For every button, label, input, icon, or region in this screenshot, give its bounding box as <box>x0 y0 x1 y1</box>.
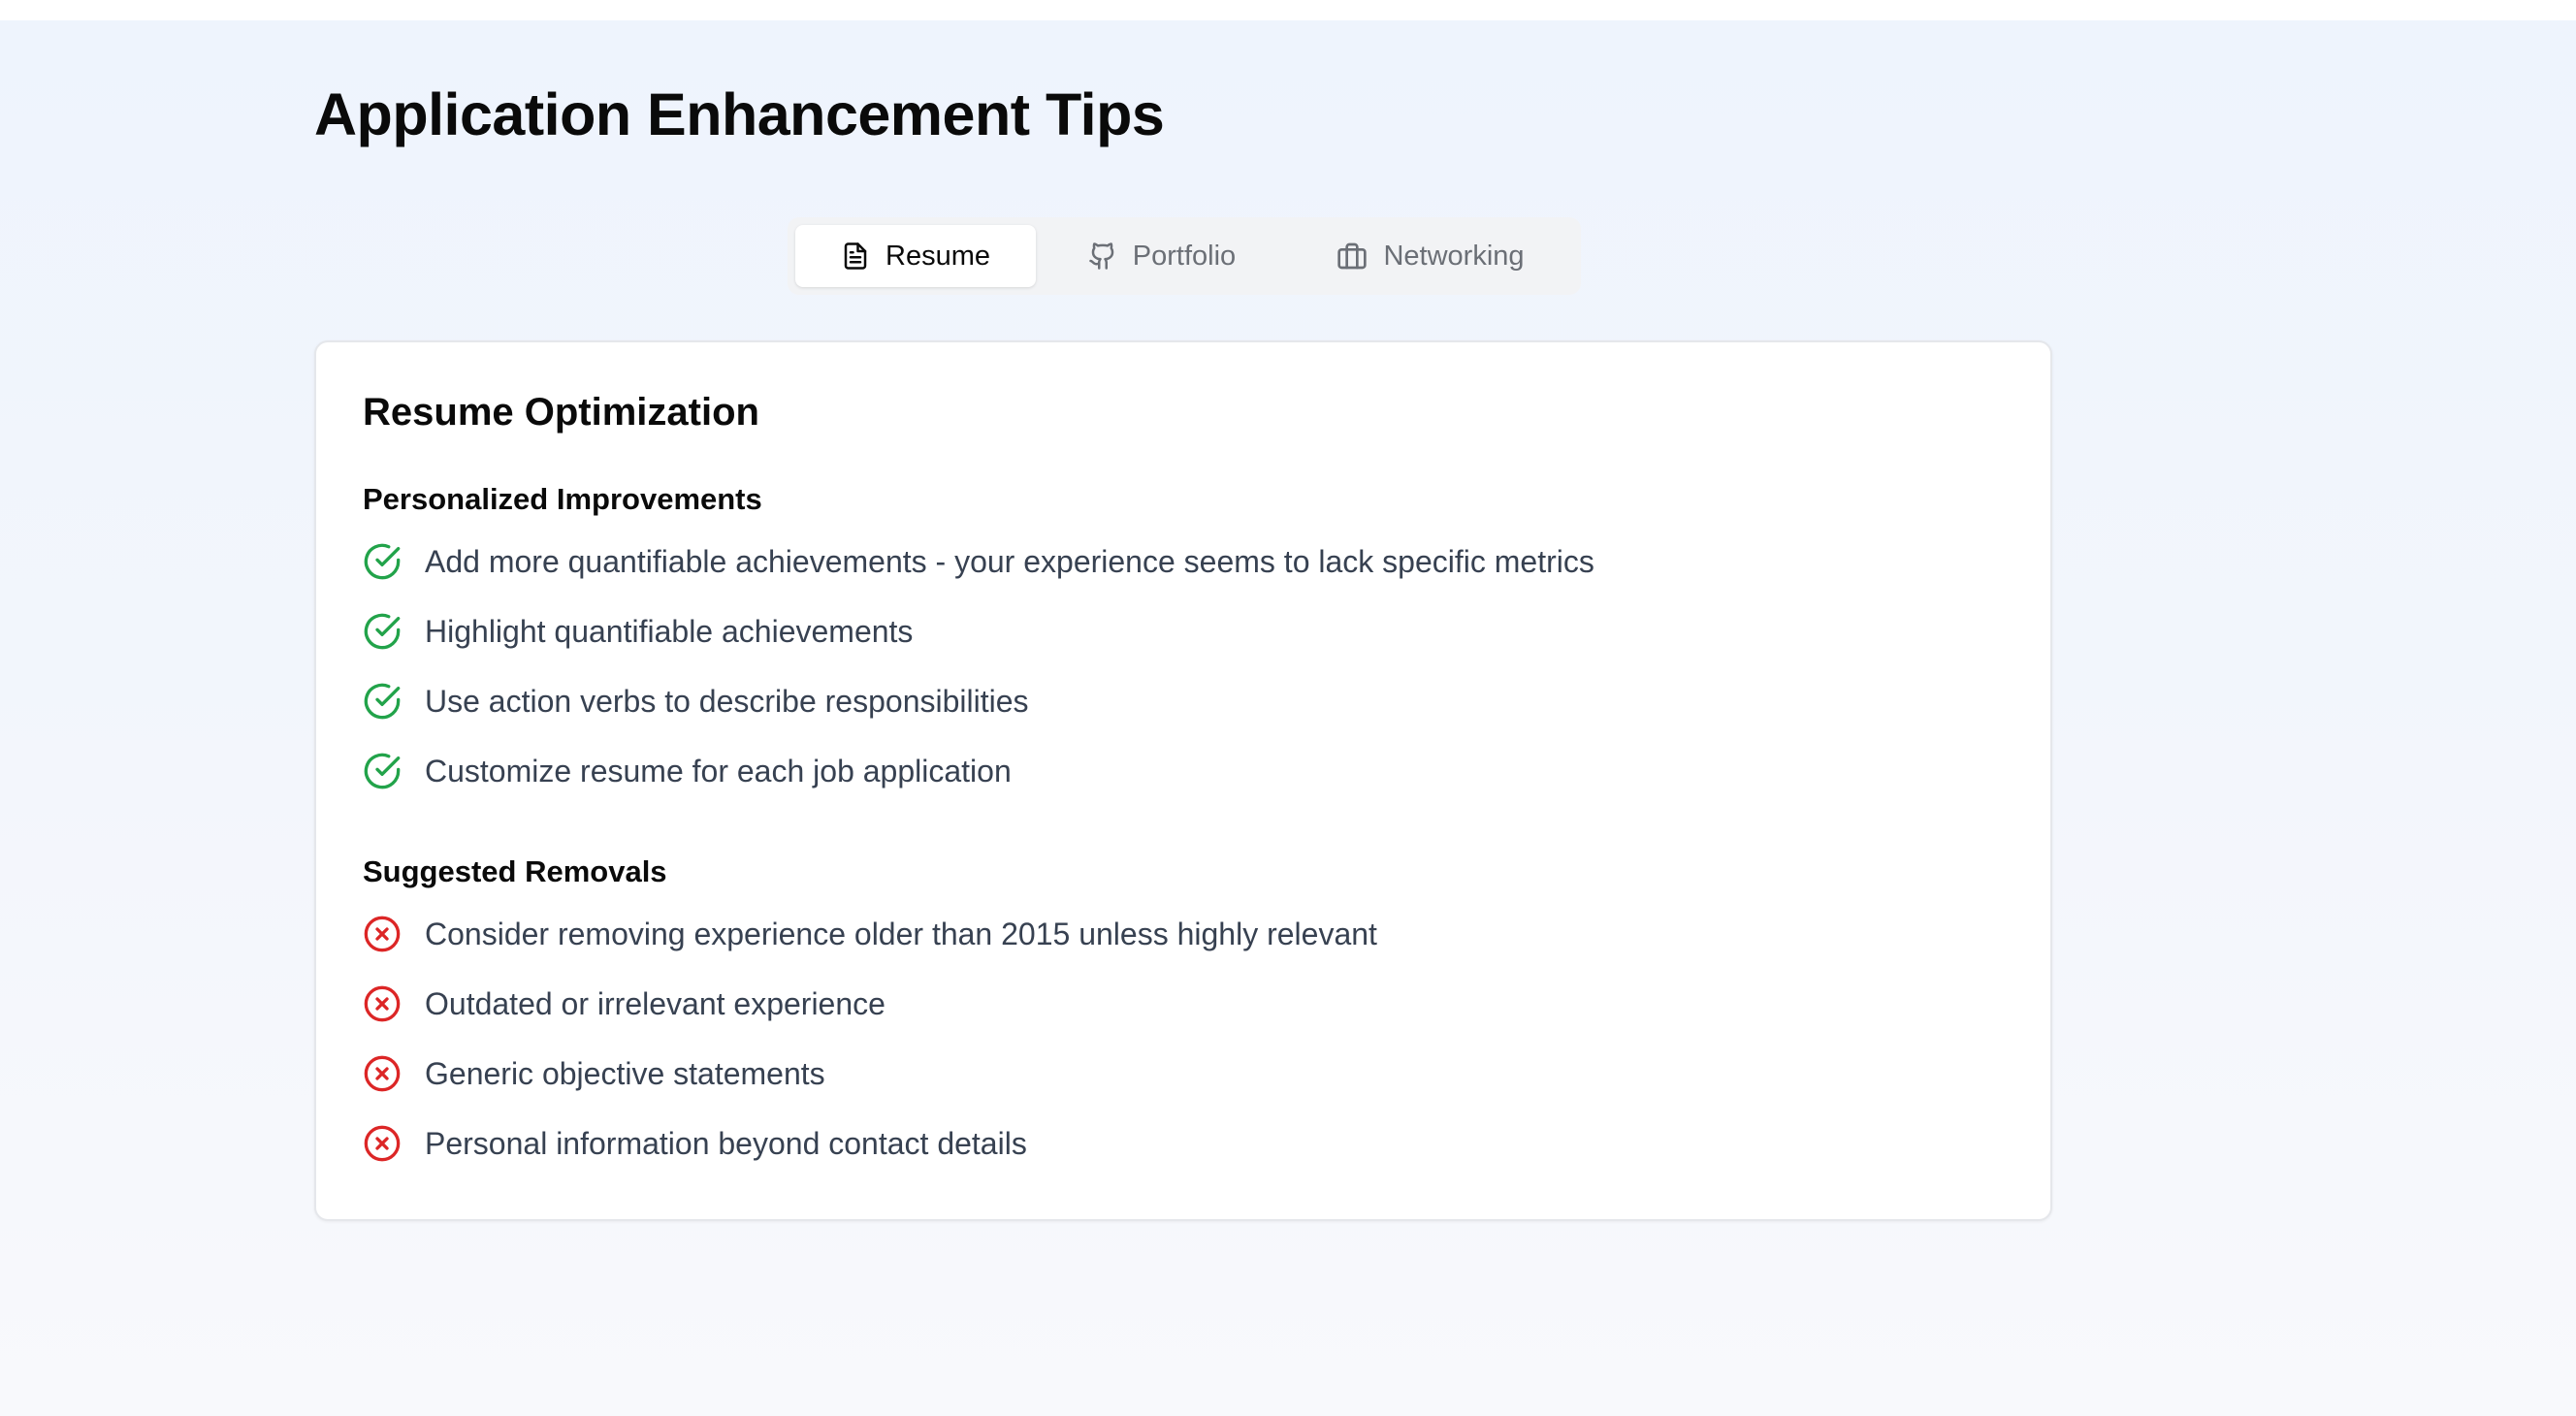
tab-portfolio[interactable]: Portfolio <box>1036 225 1288 287</box>
list-item: Customize resume for each job applicatio… <box>363 736 1594 806</box>
tab-networking[interactable]: Networking <box>1288 225 1573 287</box>
improvement-text: Add more quantifiable achievements - you… <box>425 543 1594 579</box>
improvements-list: Add more quantifiable achievements - you… <box>363 527 1594 806</box>
removals-list: Consider removing experience older than … <box>363 899 1377 1178</box>
removal-text: Outdated or irrelevant experience <box>425 985 886 1021</box>
x-circle-icon <box>363 984 402 1023</box>
list-item: Personal information beyond contact deta… <box>363 1109 1377 1178</box>
list-item: Consider removing experience older than … <box>363 899 1377 969</box>
improvements-heading: Personalized Improvements <box>363 482 762 516</box>
tab-networking-label: Networking <box>1383 240 1525 272</box>
tab-portfolio-label: Portfolio <box>1132 240 1237 272</box>
improvement-text: Highlight quantifiable achievements <box>425 613 914 649</box>
x-circle-icon <box>363 1124 402 1163</box>
list-item: Highlight quantifiable achievements <box>363 596 1594 666</box>
list-item: Use action verbs to describe responsibil… <box>363 666 1594 736</box>
x-circle-icon <box>363 915 402 953</box>
check-circle-icon <box>363 682 402 721</box>
file-text-icon <box>841 241 870 271</box>
list-item: Outdated or irrelevant experience <box>363 969 1377 1039</box>
list-item: Add more quantifiable achievements - you… <box>363 527 1594 596</box>
browser-top-strip <box>0 0 2576 20</box>
briefcase-icon <box>1336 241 1368 272</box>
list-item: Generic objective statements <box>363 1039 1377 1109</box>
x-circle-icon <box>363 1054 402 1093</box>
page-title: Application Enhancement Tips <box>314 81 1165 147</box>
resume-optimization-card: Resume Optimization Personalized Improve… <box>314 340 2052 1221</box>
removals-heading: Suggested Removals <box>363 854 667 888</box>
check-circle-icon <box>363 752 402 790</box>
github-icon <box>1088 241 1117 271</box>
improvement-text: Customize resume for each job applicatio… <box>425 753 1012 788</box>
improvement-text: Use action verbs to describe responsibil… <box>425 683 1029 719</box>
tab-resume[interactable]: Resume <box>795 225 1036 287</box>
check-circle-icon <box>363 612 402 651</box>
tab-list: Resume Portfolio Networking <box>788 217 1581 295</box>
removal-text: Consider removing experience older than … <box>425 916 1377 951</box>
check-circle-icon <box>363 542 402 581</box>
removal-text: Personal information beyond contact deta… <box>425 1125 1027 1161</box>
removal-text: Generic objective statements <box>425 1055 825 1091</box>
card-title: Resume Optimization <box>363 391 759 434</box>
tab-resume-label: Resume <box>886 240 990 272</box>
